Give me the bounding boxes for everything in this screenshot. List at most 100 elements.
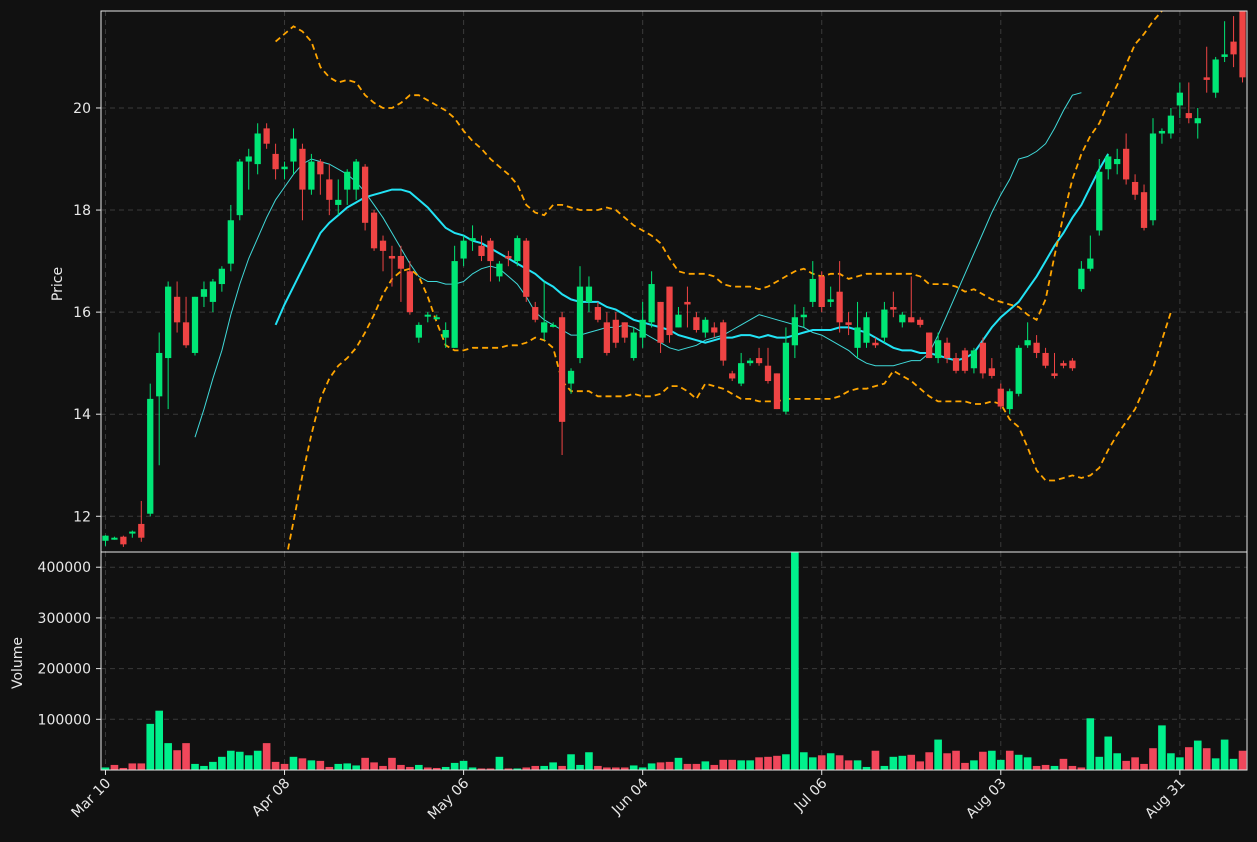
candle-body [290, 138, 297, 162]
candle-body [361, 166, 369, 223]
price-y-tick-label: 18 [73, 203, 91, 219]
candle-body [1006, 391, 1013, 410]
volume-bar [1149, 748, 1157, 770]
volume-bar [209, 761, 217, 770]
candle-body [684, 301, 691, 305]
candle-body [729, 373, 736, 379]
volume-bar [146, 723, 155, 770]
candle-body [1105, 156, 1112, 170]
volume-bar [1176, 757, 1184, 770]
candle-body [738, 363, 745, 384]
candle-body [576, 286, 584, 359]
volume-bar [576, 764, 584, 770]
candle-body [979, 342, 987, 374]
volume-bar [1032, 765, 1041, 770]
candle-body [1149, 133, 1157, 221]
volume-bar [540, 765, 548, 770]
candle-body [281, 166, 288, 170]
volume-bar [271, 761, 280, 770]
candle-body [388, 255, 396, 259]
candle-body [1096, 171, 1103, 231]
volume-bar [970, 760, 978, 770]
candle-body [1140, 192, 1148, 228]
volume-bar [1238, 750, 1247, 770]
volume-bar [307, 760, 316, 770]
volume-bar [853, 760, 862, 770]
candle-body [899, 314, 906, 323]
volume-bar [1184, 747, 1193, 770]
volume-bar [253, 750, 262, 770]
candle-body [541, 322, 548, 333]
candle-body [917, 319, 924, 325]
volume-bar [289, 756, 298, 770]
volume-bar [1005, 750, 1014, 770]
volume-bar [1122, 760, 1130, 770]
candle-body [693, 317, 700, 330]
candle-body [657, 301, 664, 343]
price-y-tick-label: 14 [73, 407, 91, 423]
volume-bar [379, 765, 387, 770]
volume-bar [916, 761, 925, 770]
volume-bar [370, 762, 378, 770]
volume-bar [764, 756, 772, 770]
candle-body [182, 322, 190, 346]
candle-body [424, 314, 431, 317]
candle-body [218, 268, 226, 285]
volume-bar [1211, 758, 1220, 770]
volume-bar [719, 759, 728, 770]
candle-body [567, 370, 575, 384]
candle-body [308, 161, 315, 190]
candle-body [299, 148, 306, 190]
volume-bar [1220, 739, 1229, 770]
volume-bar [128, 763, 137, 770]
stock-chart: 1214161820 100000200000300000400000 Mar … [0, 0, 1257, 842]
volume-bar [737, 760, 745, 770]
candle-body [1239, 11, 1246, 78]
candle-body [514, 238, 521, 262]
candle-body [1033, 342, 1040, 353]
candle-body [1069, 360, 1076, 369]
candle-body [764, 365, 772, 382]
candle-body [549, 324, 557, 327]
volume-bar [388, 757, 396, 770]
volume-bar [137, 763, 146, 770]
volume-bar [316, 760, 325, 770]
candle-body [532, 307, 539, 320]
volume-bar [952, 750, 960, 770]
volume-bar [200, 765, 208, 770]
volume-bar [1068, 765, 1077, 770]
candle-body [585, 286, 593, 302]
volume-bar [1202, 748, 1211, 770]
volume-bar [1229, 758, 1238, 770]
volume-bar [782, 754, 790, 770]
candle-body [800, 314, 807, 318]
volume-bar [710, 764, 719, 770]
candle-body [648, 284, 655, 323]
candle-body [227, 220, 234, 264]
candle-body [926, 332, 933, 359]
candle-body [156, 352, 163, 397]
candle-body [1194, 118, 1201, 124]
volume-bar [173, 750, 181, 770]
volume-bar [826, 753, 835, 770]
volume-bar [683, 763, 692, 770]
volume-bar [1050, 765, 1059, 770]
candle-body [451, 261, 458, 348]
volume-bar [450, 762, 459, 770]
volume-bar [871, 750, 880, 770]
volume-bar [262, 743, 271, 770]
candle-body [415, 324, 422, 338]
volume-bar [155, 710, 164, 770]
volume-bar [1158, 725, 1166, 770]
candle-body [1114, 159, 1121, 165]
candle-body [675, 314, 682, 328]
candle-body [773, 373, 781, 410]
price-axis-label: Price [50, 267, 66, 301]
candle-body [200, 289, 208, 297]
candle-body [603, 322, 610, 353]
volume-y-tick-label: 100000 [38, 712, 91, 728]
candle-body [505, 255, 512, 259]
volume-bar [817, 755, 826, 770]
volume-bar [1140, 763, 1148, 770]
candle-body [988, 368, 995, 376]
